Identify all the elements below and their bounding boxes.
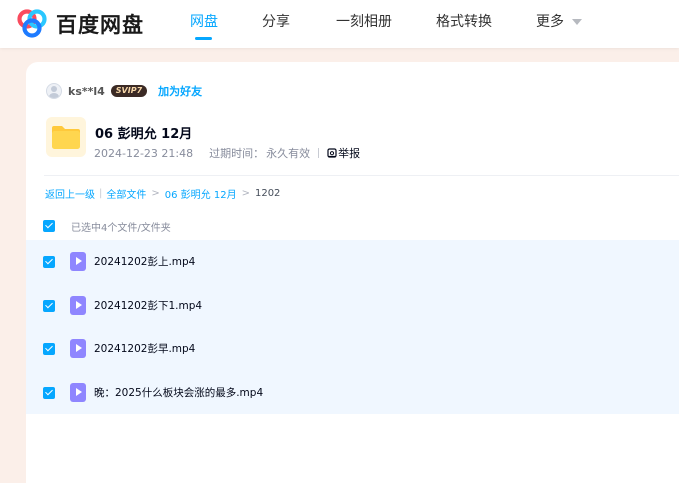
nav-tab-format-convert[interactable]: 格式转换 — [436, 11, 492, 31]
chevron-down-icon[interactable] — [572, 19, 582, 25]
report-icon — [327, 148, 337, 158]
report-button[interactable]: 举报 — [327, 145, 360, 161]
share-owner: ks**l4 SVIP7 加为好友 — [46, 83, 202, 99]
file-name[interactable]: 20241202彭下1.mp4 — [94, 298, 202, 313]
file-checkbox[interactable] — [43, 256, 55, 268]
breadcrumb-parent-link[interactable]: 06 彭明允 12月 — [165, 186, 237, 201]
share-card: ks**l4 SVIP7 加为好友 06 彭明允 12月 2024-12-23 … — [26, 62, 679, 483]
breadcrumb-separator-icon: > — [241, 188, 250, 199]
breadcrumb-back-link[interactable]: 返回上一级 — [45, 186, 95, 201]
file-row[interactable]: 晚：2025什么板块会涨的最多.mp4 — [26, 370, 679, 414]
active-tab-indicator — [195, 37, 212, 40]
breadcrumb-separator-icon: > — [151, 188, 160, 199]
avatar[interactable] — [46, 83, 62, 99]
nav-tab-share[interactable]: 分享 — [262, 11, 290, 31]
select-all-checkbox[interactable] — [43, 220, 55, 232]
baidu-netdisk-logo[interactable]: 百度网盘 — [16, 9, 144, 39]
folder-icon — [46, 117, 86, 157]
breadcrumb-all-files-link[interactable]: 全部文件 — [106, 186, 146, 201]
svip-badge: SVIP7 — [110, 85, 148, 97]
video-file-icon — [70, 339, 86, 358]
select-all-row: 已选中4个文件/文件夹 — [43, 219, 171, 234]
file-name[interactable]: 晚：2025什么板块会涨的最多.mp4 — [94, 385, 263, 400]
divider — [44, 175, 679, 176]
video-file-icon — [70, 382, 86, 402]
share-meta: 2024-12-23 21:48 过期时间： 永久有效 举报 — [94, 145, 360, 161]
file-row[interactable]: 20241202彭早.mp4 — [26, 327, 679, 371]
file-checkbox[interactable] — [43, 343, 55, 355]
folder-title: 06 彭明允 12月 — [95, 127, 193, 142]
expire-label: 过期时间： — [209, 147, 265, 160]
logo-text: 百度网盘 — [56, 13, 144, 37]
share-created-time: 2024-12-23 21:48 — [94, 146, 194, 160]
file-name[interactable]: 20241202彭上.mp4 — [94, 254, 195, 269]
breadcrumb-pipe: | — [99, 188, 103, 199]
nav-tab-netdisk[interactable]: 网盘 — [190, 11, 218, 31]
video-file-icon — [70, 295, 86, 315]
meta-divider — [318, 148, 320, 158]
add-friend-link[interactable]: 加为好友 — [158, 83, 202, 99]
top-navigation-bar: 百度网盘 网盘 分享 一刻相册 格式转换 更多 — [0, 0, 679, 48]
breadcrumb: 返回上一级 | 全部文件 > 06 彭明允 12月 > 1202 — [45, 186, 280, 201]
file-checkbox[interactable] — [43, 386, 55, 399]
report-label: 举报 — [338, 147, 361, 160]
file-row[interactable]: 20241202彭上.mp4 — [26, 240, 679, 284]
file-list: 20241202彭上.mp4 20241202彭下1.mp4 20241202彭… — [26, 240, 679, 414]
video-file-icon — [70, 252, 86, 271]
nav-tab-more[interactable]: 更多 — [536, 11, 564, 31]
logo-mark-icon — [16, 9, 50, 39]
owner-name: ks**l4 — [68, 84, 105, 98]
nav-tab-moment-album[interactable]: 一刻相册 — [336, 11, 392, 31]
file-checkbox[interactable] — [43, 299, 55, 312]
selection-summary: 已选中4个文件/文件夹 — [71, 222, 171, 234]
expire-value: 永久有效 — [266, 147, 311, 160]
file-name[interactable]: 20241202彭早.mp4 — [94, 341, 195, 356]
breadcrumb-current: 1202 — [254, 188, 281, 199]
file-row[interactable]: 20241202彭下1.mp4 — [26, 283, 679, 327]
